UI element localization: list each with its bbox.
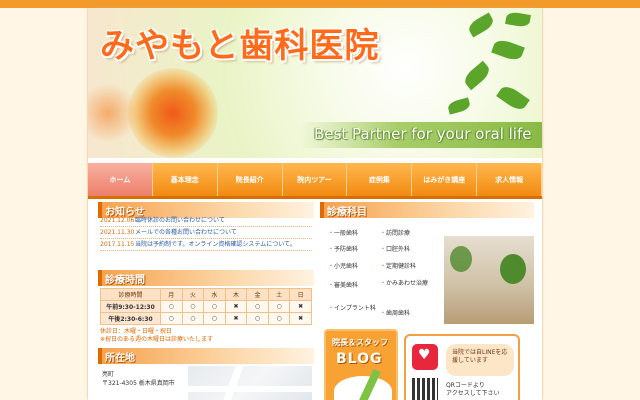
nav-item-director[interactable]: 院長紹介	[218, 163, 283, 196]
table-cell: ✖	[224, 300, 248, 313]
access-heading: 所在地	[98, 348, 314, 364]
department-item[interactable]: ・かみあわせ治療	[380, 280, 440, 288]
department-item[interactable]: ・定期健診科	[380, 263, 416, 271]
qr-caption-line: QRコードより	[446, 382, 485, 389]
row-label: 午後2:30-6:30	[100, 312, 161, 325]
map-road	[220, 366, 244, 400]
address-line: 〒321-4305 栃木県真岡市	[102, 380, 175, 387]
leaf-decoration	[491, 37, 525, 63]
news-date: 2021.12.06	[100, 217, 135, 224]
department-item[interactable]: ・口腔外科	[380, 246, 410, 254]
address-block: 亮町 〒321-4305 栃木県真岡市	[102, 370, 175, 388]
column-header: 金	[246, 288, 269, 301]
blog-label-top: 院長＆スタッフ	[332, 338, 388, 347]
heart-seal-icon	[412, 344, 438, 370]
news-date: 2017.11.15	[100, 241, 135, 248]
plant-image	[500, 254, 526, 284]
map[interactable]	[188, 366, 312, 400]
leaf-decoration	[466, 12, 496, 38]
table-cell: ○	[246, 300, 269, 313]
map-road	[188, 386, 312, 392]
row-label: 午前9:30-12:30	[100, 300, 161, 313]
news-link[interactable]: 臨時休診のお問い合わせについて	[135, 217, 225, 224]
table-cell: ✖	[289, 312, 312, 325]
list-item[interactable]: 2021.11.30 メールでの各種お問い合わせについて	[100, 227, 312, 239]
table-cell: ○	[160, 300, 183, 313]
news-date: 2021.11.30	[100, 229, 135, 236]
column-header: 診療時間	[100, 288, 161, 301]
line-qr-card[interactable]: 当院では自LINEを応援しています QRコードより アクセスして下さい	[404, 334, 520, 400]
news-link[interactable]: メールでの各種お問い合わせについて	[135, 229, 237, 236]
table-cell: ○	[181, 312, 205, 325]
top-accent-bar	[0, 0, 640, 8]
page-container: みやもと歯科医院 Best Partner for your oral life…	[88, 8, 542, 400]
news-link[interactable]: 当院は予約制です。オンライン資格確認システムについて。	[135, 241, 296, 248]
nav-item-cases[interactable]: 症例集	[347, 163, 413, 196]
nav-item-brushing[interactable]: はみがき講座	[412, 163, 478, 196]
column-header: 火	[181, 288, 205, 301]
table-cell: ○	[160, 312, 183, 325]
column-header: 木	[224, 288, 248, 301]
blog-banner[interactable]: 院長＆スタッフ BLOG	[324, 329, 398, 400]
table-header-row: 診療時間 月 火 水 木 金 土 日	[100, 288, 312, 301]
leaf-decoration	[505, 11, 531, 28]
department-item[interactable]: ・歯周歯科	[380, 310, 410, 318]
holiday-note: ※祝日のある週の木曜日は診療いたします	[100, 336, 214, 343]
column-header: 日	[289, 288, 312, 301]
address-line: 亮町	[102, 371, 115, 378]
table-row: 午後2:30-6:30 ○ ○ ○ ✖ ○ ○ ✖	[100, 312, 312, 325]
table-cell: ○	[267, 300, 291, 313]
department-item[interactable]: ・小児歯科	[328, 263, 358, 271]
table-cell: ○	[181, 300, 205, 313]
leaf-decoration	[461, 60, 493, 91]
closed-days-note: 休診日：木曜・日曜・祝日	[100, 328, 173, 335]
news-list: 2021.12.06 臨時休診のお問い合わせについて 2021.11.30 メー…	[100, 215, 312, 251]
flower-decoration	[128, 68, 218, 158]
clinic-interior-photo	[444, 236, 534, 324]
header-banner: みやもと歯科医院 Best Partner for your oral life	[88, 8, 542, 158]
column-header: 月	[160, 288, 183, 301]
nav-item-recruit[interactable]: 求人情報	[477, 163, 542, 196]
site-title[interactable]: みやもと歯科医院	[100, 18, 379, 67]
qr-caption: QRコードより アクセスして下さい	[446, 382, 500, 398]
list-item[interactable]: 2021.12.06 臨時休診のお問い合わせについて	[100, 215, 312, 227]
speech-bubble: 当院では自LINEを応援しています	[446, 344, 514, 376]
tagline: Best Partner for your oral life	[314, 125, 532, 143]
main-nav: ホーム 基本理念 院長紹介 院内ツアー 症例集 はみがき講座 求人情報	[88, 163, 542, 199]
department-item[interactable]: ・訪問診療	[380, 230, 410, 238]
qr-caption-line: アクセスして下さい	[446, 390, 500, 397]
department-item[interactable]: ・インプラント科	[328, 305, 378, 313]
hours-heading: 診療時間	[98, 270, 314, 286]
leaf-decoration	[496, 82, 530, 114]
plant-image	[450, 246, 472, 272]
nav-item-home[interactable]: ホーム	[88, 163, 153, 196]
table-cell: ○	[246, 312, 269, 325]
table-cell: ○	[267, 312, 291, 325]
list-item[interactable]: 2017.11.15 当院は予約制です。オンライン資格確認システムについて。	[100, 239, 312, 251]
department-item[interactable]: ・予防歯科	[328, 246, 358, 254]
blog-label-main: BLOG	[336, 351, 383, 367]
nav-item-tour[interactable]: 院内ツアー	[283, 163, 348, 196]
column-header: 土	[267, 288, 291, 301]
hours-table: 診療時間 月 火 水 木 金 土 日 午前9:30-12:30 ○ ○ ○ ✖ …	[100, 288, 312, 325]
table-cell: ✖	[224, 312, 248, 325]
column-header: 水	[203, 288, 226, 301]
qr-code-icon	[412, 378, 438, 400]
department-item[interactable]: ・審美歯科	[328, 282, 358, 290]
table-cell: ○	[203, 312, 226, 325]
table-row: 午前9:30-12:30 ○ ○ ○ ✖ ○ ○ ✖	[100, 300, 312, 313]
table-cell: ○	[203, 300, 226, 313]
nav-item-philosophy[interactable]: 基本理念	[153, 163, 218, 196]
departments-heading: 診療科目	[320, 202, 534, 218]
leaf-decoration	[446, 97, 472, 115]
department-item[interactable]: ・一般歯科	[328, 230, 358, 238]
table-cell: ✖	[289, 300, 312, 313]
